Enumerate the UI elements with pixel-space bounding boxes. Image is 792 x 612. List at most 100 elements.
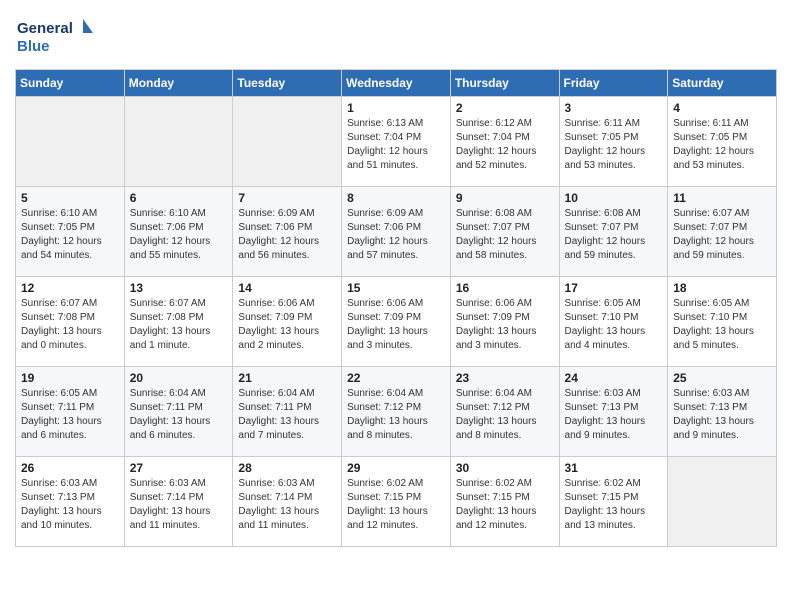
sunset-text: Sunset: 7:11 PM	[21, 401, 119, 415]
daylight-text: Daylight: 13 hours and 11 minutes.	[130, 505, 228, 533]
calendar-table: SundayMondayTuesdayWednesdayThursdayFrid…	[15, 69, 777, 547]
day-info: Sunrise: 6:04 AMSunset: 7:11 PMDaylight:…	[238, 387, 336, 443]
sunset-text: Sunset: 7:15 PM	[456, 491, 554, 505]
sunrise-text: Sunrise: 6:05 AM	[565, 297, 663, 311]
calendar-cell: 28 Sunrise: 6:03 AMSunset: 7:14 PMDayligh…	[233, 457, 342, 547]
day-number: 4	[673, 101, 771, 115]
calendar-cell: 11Sunrise: 6:07 AMSunset: 7:07 PMDayligh…	[668, 187, 777, 277]
sunset-text: Sunset: 7:12 PM	[456, 401, 554, 415]
calendar-cell: 10 Sunrise: 6:08 AMSunset: 7:07 PMDayligh…	[559, 187, 668, 277]
day-number: 31	[565, 461, 663, 475]
sunset-text: Sunset: 7:04 PM	[347, 131, 445, 145]
day-number: 11	[673, 191, 771, 205]
header-day: Saturday	[668, 70, 777, 97]
day-number: 2	[456, 101, 554, 115]
day-number: 10	[565, 191, 663, 205]
day-number: 15	[347, 281, 445, 295]
day-number: 27	[130, 461, 228, 475]
day-number: 17	[565, 281, 663, 295]
calendar-cell	[668, 457, 777, 547]
sunset-text: Sunset: 7:13 PM	[21, 491, 119, 505]
calendar-cell	[124, 97, 233, 187]
sunset-text: Sunset: 7:13 PM	[673, 401, 771, 415]
sunrise-text: Sunrise: 6:02 AM	[456, 477, 554, 491]
calendar-row: 12Sunrise: 6:07 AMSunset: 7:08 PMDayligh…	[16, 277, 777, 367]
day-info: Sunrise: 6:11 AMSunset: 7:05 PMDaylight:…	[673, 117, 771, 173]
header-row: SundayMondayTuesdayWednesdayThursdayFrid…	[16, 70, 777, 97]
sunset-text: Sunset: 7:10 PM	[565, 311, 663, 325]
sunrise-text: Sunrise: 6:03 AM	[565, 387, 663, 401]
calendar-row: 1Sunrise: 6:13 AMSunset: 7:04 PMDaylight…	[16, 97, 777, 187]
day-number: 30	[456, 461, 554, 475]
calendar-cell: 20Sunrise: 6:04 AMSunset: 7:11 PMDayligh…	[124, 367, 233, 457]
day-info: Sunrise: 6:12 AMSunset: 7:04 PMDaylight:…	[456, 117, 554, 173]
calendar-cell	[233, 97, 342, 187]
sunrise-text: Sunrise: 6:08 AM	[565, 207, 663, 221]
daylight-text: Daylight: 13 hours and 9 minutes.	[565, 415, 663, 443]
calendar-cell: 13Sunrise: 6:07 AMSunset: 7:08 PMDayligh…	[124, 277, 233, 367]
sunset-text: Sunset: 7:05 PM	[673, 131, 771, 145]
sunset-text: Sunset: 7:15 PM	[565, 491, 663, 505]
day-info: Sunrise: 6:11 AMSunset: 7:05 PMDaylight:…	[565, 117, 663, 173]
sunset-text: Sunset: 7:09 PM	[347, 311, 445, 325]
day-number: 1	[347, 101, 445, 115]
sunset-text: Sunset: 7:14 PM	[130, 491, 228, 505]
sunset-text: Sunset: 7:07 PM	[673, 221, 771, 235]
daylight-text: Daylight: 13 hours and 11 minutes.	[238, 505, 336, 533]
calendar-cell: 8Sunrise: 6:09 AMSunset: 7:06 PMDaylight…	[342, 187, 451, 277]
sunset-text: Sunset: 7:07 PM	[565, 221, 663, 235]
logo-svg: General Blue	[15, 15, 95, 59]
calendar-cell: 24 Sunrise: 6:03 AMSunset: 7:13 PMDayligh…	[559, 367, 668, 457]
daylight-text: Daylight: 12 hours and 53 minutes.	[673, 145, 771, 173]
header-day: Sunday	[16, 70, 125, 97]
day-number: 19	[21, 371, 119, 385]
sunset-text: Sunset: 7:11 PM	[130, 401, 228, 415]
day-info: Sunrise: 6:03 AMSunset: 7:13 PMDaylight:…	[673, 387, 771, 443]
day-number: 26	[21, 461, 119, 475]
sunrise-text: Sunrise: 6:10 AM	[21, 207, 119, 221]
sunset-text: Sunset: 7:09 PM	[456, 311, 554, 325]
sunrise-text: Sunrise: 6:04 AM	[130, 387, 228, 401]
header-day: Monday	[124, 70, 233, 97]
sunrise-text: Sunrise: 6:05 AM	[21, 387, 119, 401]
daylight-text: Daylight: 12 hours and 53 minutes.	[565, 145, 663, 173]
day-number: 9	[456, 191, 554, 205]
sunset-text: Sunset: 7:14 PM	[238, 491, 336, 505]
daylight-text: Daylight: 12 hours and 59 minutes.	[673, 235, 771, 263]
day-number: 22	[347, 371, 445, 385]
day-number: 14	[238, 281, 336, 295]
day-number: 12	[21, 281, 119, 295]
sunrise-text: Sunrise: 6:03 AM	[238, 477, 336, 491]
calendar-cell: 16Sunrise: 6:06 AMSunset: 7:09 PMDayligh…	[450, 277, 559, 367]
sunset-text: Sunset: 7:13 PM	[565, 401, 663, 415]
day-info: Sunrise: 6:08 AMSunset: 7:07 PMDaylight:…	[456, 207, 554, 263]
calendar-cell: 18Sunrise: 6:05 AMSunset: 7:10 PMDayligh…	[668, 277, 777, 367]
day-number: 13	[130, 281, 228, 295]
calendar-cell: 17Sunrise: 6:05 AMSunset: 7:10 PMDayligh…	[559, 277, 668, 367]
day-info: Sunrise: 6:06 AMSunset: 7:09 PMDaylight:…	[456, 297, 554, 353]
day-info: Sunrise: 6:02 AMSunset: 7:15 PMDaylight:…	[456, 477, 554, 533]
header-day: Thursday	[450, 70, 559, 97]
daylight-text: Daylight: 13 hours and 8 minutes.	[456, 415, 554, 443]
daylight-text: Daylight: 13 hours and 8 minutes.	[347, 415, 445, 443]
day-number: 24	[565, 371, 663, 385]
sunrise-text: Sunrise: 6:04 AM	[347, 387, 445, 401]
day-info: Sunrise: 6:05 AMSunset: 7:10 PMDaylight:…	[673, 297, 771, 353]
sunset-text: Sunset: 7:08 PM	[130, 311, 228, 325]
sunrise-text: Sunrise: 6:10 AM	[130, 207, 228, 221]
day-info: Sunrise: 6:05 AMSunset: 7:11 PMDaylight:…	[21, 387, 119, 443]
day-info: Sunrise: 6:09 AMSunset: 7:06 PMDaylight:…	[238, 207, 336, 263]
sunset-text: Sunset: 7:05 PM	[21, 221, 119, 235]
daylight-text: Daylight: 12 hours and 59 minutes.	[565, 235, 663, 263]
day-info: Sunrise: 6:02 AMSunset: 7:15 PMDaylight:…	[347, 477, 445, 533]
day-info: Sunrise: 6:06 AMSunset: 7:09 PMDaylight:…	[238, 297, 336, 353]
day-number: 28	[238, 461, 336, 475]
calendar-row: 5Sunrise: 6:10 AMSunset: 7:05 PMDaylight…	[16, 187, 777, 277]
calendar-cell: 5 Sunrise: 6:10 AMSunset: 7:05 PMDaylight…	[16, 187, 125, 277]
day-number: 21	[238, 371, 336, 385]
sunrise-text: Sunrise: 6:06 AM	[347, 297, 445, 311]
day-number: 5	[21, 191, 119, 205]
daylight-text: Daylight: 13 hours and 6 minutes.	[21, 415, 119, 443]
day-info: Sunrise: 6:10 AMSunset: 7:05 PMDaylight:…	[21, 207, 119, 263]
sunrise-text: Sunrise: 6:03 AM	[21, 477, 119, 491]
